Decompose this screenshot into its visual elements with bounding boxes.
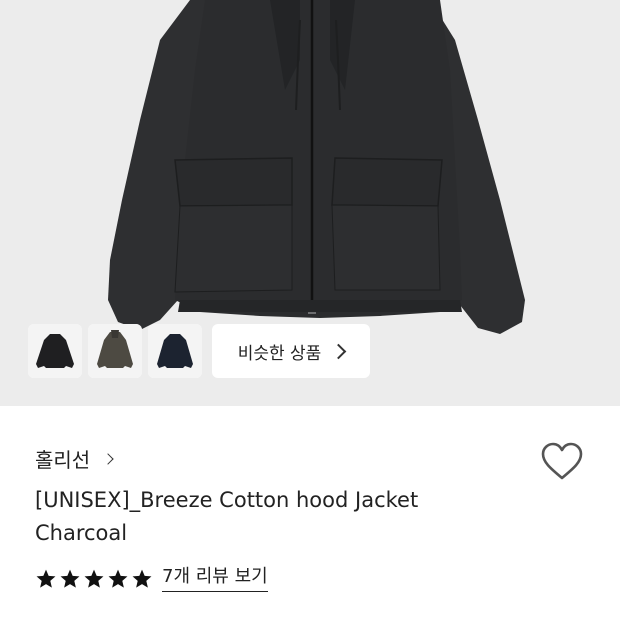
star-icon [60, 569, 80, 588]
brand-name: 홀리선 [35, 448, 91, 472]
product-info: 홀리선 [UNISEX]_Breeze Cotton hood Jacket C… [0, 406, 620, 620]
product-title-line-2: Charcoal [35, 521, 128, 545]
thumbnail-2[interactable] [88, 324, 142, 378]
star-icon [36, 569, 56, 588]
product-title-line-1: [UNISEX]_Breeze Cotton hood Jacket [35, 488, 419, 512]
star-icon [84, 569, 104, 588]
similar-products-label: 비슷한 상품 [237, 343, 322, 364]
jacket-black-icon [28, 324, 82, 378]
rating-row: 7개 리뷰 보기 [35, 566, 268, 592]
similar-products-button[interactable]: 비슷한 상품 [212, 324, 370, 378]
heart-icon[interactable] [540, 442, 584, 482]
star-icon [132, 569, 152, 588]
jacket-navy-icon [148, 324, 202, 378]
chevron-right-icon [331, 343, 347, 359]
view-reviews-link[interactable]: 7개 리뷰 보기 [162, 566, 268, 592]
brand-link[interactable]: 홀리선 [35, 444, 114, 473]
star-rating [35, 568, 153, 590]
jacket-khaki-icon [88, 324, 142, 378]
star-icon [108, 569, 128, 588]
product-image[interactable]: 비슷한 상품 [0, 0, 620, 406]
product-title: [UNISEX]_Breeze Cotton hood Jacket Charc… [35, 484, 505, 550]
thumbnail-strip: 비슷한 상품 [28, 324, 370, 378]
chevron-right-icon [102, 452, 114, 465]
thumbnail-3[interactable] [148, 324, 202, 378]
thumbnail-1[interactable] [28, 324, 82, 378]
